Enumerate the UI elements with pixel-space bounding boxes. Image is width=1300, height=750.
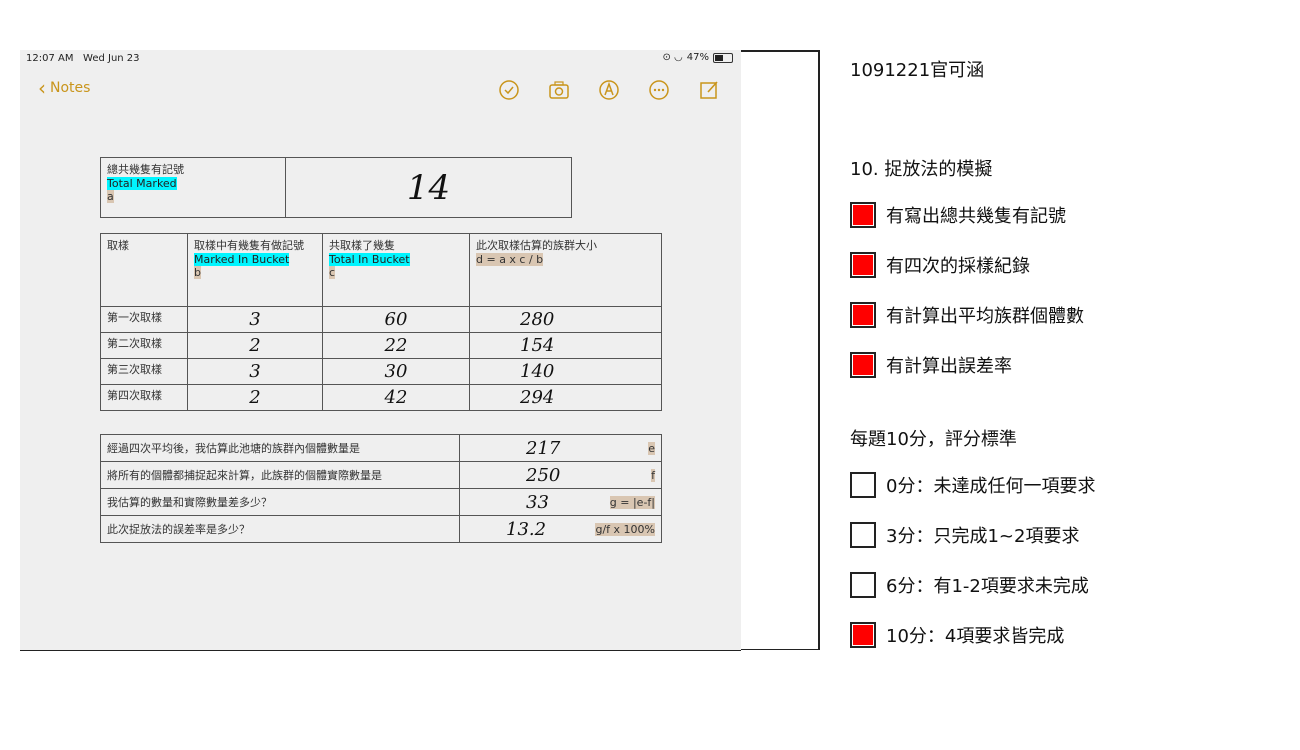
- total-marked-label-zh: 總共幾隻有記號: [107, 163, 184, 176]
- total-marked-label-en: Total Marked: [107, 177, 177, 190]
- screenshot-frame: [741, 50, 820, 650]
- criterion-1: 有寫出總共幾隻有記號: [850, 202, 1066, 228]
- camera-icon[interactable]: [547, 79, 571, 101]
- chevron-left-icon: ‹: [38, 76, 46, 100]
- checklist-icon[interactable]: [497, 79, 521, 101]
- score-option-0: 0分：未達成任何一項要求: [850, 472, 1095, 498]
- score-option-3: 3分：只完成1~2項要求: [850, 522, 1079, 548]
- criterion-checkbox[interactable]: [850, 302, 876, 328]
- total-marked-var: a: [107, 190, 114, 203]
- score-label: 0分：未達成任何一項要求: [886, 476, 1096, 497]
- table-row: 此次捉放法的誤差率是多少？ 13.2 g/f x 100%: [100, 515, 662, 543]
- table-row: 第二次取樣 2 22 154: [100, 332, 662, 359]
- table-row: 我估算的數量和實際數量差多少？ 33 g = |e-f|: [100, 488, 662, 516]
- battery-icon: [713, 52, 733, 63]
- score-checkbox[interactable]: [850, 472, 876, 498]
- score-option-6: 6分：有1-2項要求未完成: [850, 572, 1089, 598]
- question-title: 10. 捉放法的模擬: [850, 159, 993, 180]
- back-label: Notes: [50, 80, 91, 96]
- score-checkbox[interactable]: [850, 522, 876, 548]
- compose-icon[interactable]: [697, 79, 721, 101]
- score-label: 6分：有1-2項要求未完成: [886, 576, 1089, 597]
- criterion-label: 有計算出誤差率: [886, 356, 1012, 377]
- status-bar-left: 12:07 AM Wed Jun 23: [26, 53, 140, 64]
- table-row: 經過四次平均後，我估算此池塘的族群內個體數量是 217 e: [100, 434, 662, 462]
- status-time: 12:07 AM: [26, 53, 74, 64]
- criterion-checkbox[interactable]: [850, 252, 876, 278]
- battery-percent: 47%: [686, 52, 709, 63]
- table-row: 第四次取樣 2 42 294: [100, 384, 662, 411]
- criterion-label: 有寫出總共幾隻有記號: [886, 206, 1066, 227]
- student-id: 1091221官可涵: [850, 60, 985, 81]
- total-marked-table: 總共幾隻有記號 Total Marked a 14: [100, 157, 572, 218]
- header-marked-in-bucket: 取樣中有幾隻有做記號 Marked In Bucket b: [187, 233, 323, 307]
- scoring-title: 每題10分，評分標準: [850, 429, 1017, 450]
- score-label: 3分：只完成1~2項要求: [886, 526, 1080, 547]
- markup-icon[interactable]: [597, 79, 621, 101]
- criterion-label: 有計算出平均族群個體數: [886, 306, 1084, 327]
- header-total-in-bucket: 共取樣了幾隻 Total In Bucket c: [322, 233, 470, 307]
- back-to-notes-button[interactable]: ‹ Notes: [38, 76, 91, 100]
- criterion-label: 有四次的採樣紀錄: [886, 256, 1030, 277]
- sampling-table: 取樣 取樣中有幾隻有做記號 Marked In Bucket b 共取樣了幾隻 …: [100, 233, 662, 411]
- table-row: 第一次取樣 3 60 280: [100, 306, 662, 333]
- score-checkbox[interactable]: [850, 622, 876, 648]
- criterion-4: 有計算出誤差率: [850, 352, 1012, 378]
- criterion-checkbox[interactable]: [850, 352, 876, 378]
- notes-toolbar: [497, 79, 721, 101]
- score-option-10: 10分：4項要求皆完成: [850, 622, 1064, 648]
- link-icon: ⊙ ◡: [662, 52, 683, 63]
- table-row: 第三次取樣 3 30 140: [100, 358, 662, 385]
- criterion-checkbox[interactable]: [850, 202, 876, 228]
- total-marked-label-cell: 總共幾隻有記號 Total Marked a: [100, 157, 286, 218]
- header-sample: 取樣: [100, 233, 188, 307]
- criterion-3: 有計算出平均族群個體數: [850, 302, 1084, 328]
- score-label: 10分：4項要求皆完成: [886, 626, 1065, 647]
- status-bar-right: ⊙ ◡ 47%: [662, 52, 733, 63]
- total-marked-value: 14: [285, 157, 572, 218]
- header-estimate: 此次取樣估算的族群大小 d = a x c / b: [469, 233, 662, 307]
- status-date: Wed Jun 23: [83, 53, 140, 64]
- more-icon[interactable]: [647, 79, 671, 101]
- ipad-screenshot: 12:07 AM Wed Jun 23 ⊙ ◡ 47% ‹ Notes 總共幾隻…: [20, 50, 741, 651]
- criterion-2: 有四次的採樣紀錄: [850, 252, 1030, 278]
- table-row: 將所有的個體都捕捉起來計算，此族群的個體實際數量是 250 f: [100, 461, 662, 489]
- score-checkbox[interactable]: [850, 572, 876, 598]
- results-table: 經過四次平均後，我估算此池塘的族群內個體數量是 217 e 將所有的個體都捕捉起來…: [100, 434, 662, 543]
